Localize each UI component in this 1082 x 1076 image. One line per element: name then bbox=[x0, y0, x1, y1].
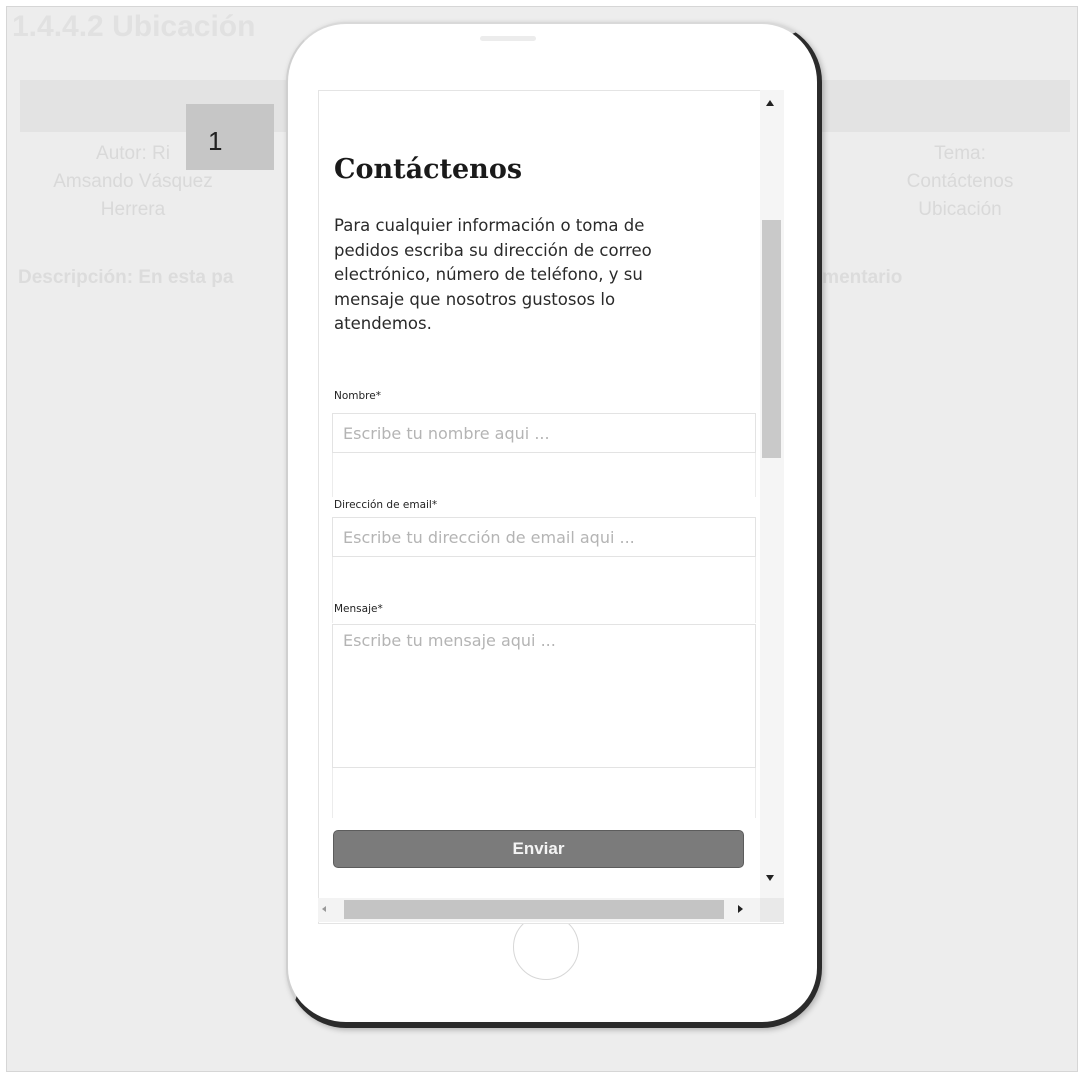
description-text: Descripción: En esta pa bbox=[18, 267, 234, 288]
scroll-down-arrow-icon[interactable] bbox=[766, 875, 774, 881]
speaker-grille bbox=[480, 36, 536, 41]
submit-button[interactable]: Enviar bbox=[333, 830, 744, 868]
scroll-right-arrow-icon[interactable] bbox=[738, 905, 743, 913]
intro-paragraph: Para cualquier información o toma de ped… bbox=[334, 216, 652, 333]
step-number-badge: 1 bbox=[186, 104, 274, 170]
field-divider bbox=[332, 453, 756, 497]
document-heading: 1.4.4.2 Ubicación bbox=[12, 10, 256, 43]
author-line: Herrera bbox=[100, 199, 166, 220]
document-topic: Tema: Contáctenos Ubicación bbox=[860, 140, 1060, 224]
message-textarea[interactable] bbox=[332, 624, 756, 768]
vertical-scroll-thumb[interactable] bbox=[762, 220, 781, 458]
vertical-scrollbar[interactable] bbox=[760, 90, 784, 900]
name-input[interactable] bbox=[332, 413, 756, 453]
email-input[interactable] bbox=[332, 517, 756, 557]
email-label: Dirección de email* bbox=[334, 499, 438, 511]
page-title: Contáctenos bbox=[334, 154, 523, 185]
horizontal-scroll-thumb[interactable] bbox=[344, 900, 724, 919]
field-divider bbox=[332, 557, 756, 623]
topic-line: Contáctenos bbox=[906, 171, 1014, 192]
scrollbar-corner bbox=[760, 898, 784, 922]
scroll-up-arrow-icon[interactable] bbox=[766, 100, 774, 106]
topic-line: Tema: bbox=[934, 143, 986, 164]
document-description: Descripción: En esta pa comentario bbox=[18, 267, 902, 289]
message-label: Mensaje* bbox=[334, 603, 383, 615]
author-line: Amsando Vásquez bbox=[53, 171, 213, 192]
scroll-left-arrow-icon[interactable] bbox=[322, 906, 326, 912]
topic-line: Ubicación bbox=[918, 199, 1002, 220]
name-label: Nombre* bbox=[334, 390, 381, 402]
field-divider bbox=[332, 768, 756, 818]
